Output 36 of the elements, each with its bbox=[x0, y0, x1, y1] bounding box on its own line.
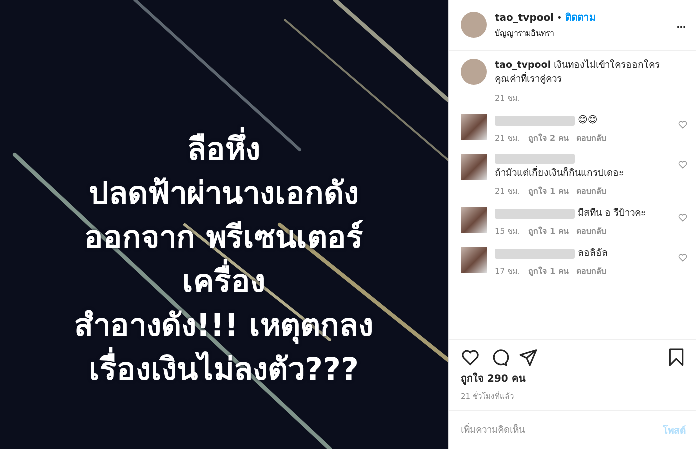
post-image-text: ปลดฟ้าผ่านางเอกดัง bbox=[89, 174, 359, 214]
comment-likes[interactable]: ถูกใจ 2 คน bbox=[528, 132, 568, 145]
comment-time: 21 ชม. bbox=[495, 186, 520, 198]
comment-text: 😊😊 bbox=[578, 114, 598, 127]
comment-time: 21 ชม. bbox=[495, 93, 520, 105]
follow-link[interactable]: ติดตาม bbox=[565, 10, 596, 25]
comment-time: 17 ชม. bbox=[495, 266, 520, 278]
pixelated-avatar bbox=[461, 247, 487, 273]
like-count[interactable]: ถูกใจ 290 คน bbox=[449, 371, 696, 386]
separator: • bbox=[557, 14, 562, 24]
pixelated-avatar bbox=[461, 207, 487, 233]
comment-time: 15 ชม. bbox=[495, 226, 520, 238]
comment-text: ลอลิอัล bbox=[578, 247, 608, 260]
more-button[interactable]: ... bbox=[676, 19, 686, 31]
share-icon[interactable] bbox=[519, 348, 538, 367]
pixelated-avatar bbox=[461, 154, 487, 180]
comment-time: 21 ชม. bbox=[495, 133, 520, 145]
reply-link[interactable]: ตอบกลับ bbox=[576, 265, 606, 278]
comment-likes[interactable]: ถูกใจ 1 คน bbox=[528, 225, 568, 238]
pixelated-avatar bbox=[461, 114, 487, 140]
post-image-text: ลือหึ่ง bbox=[188, 128, 260, 172]
reply-link[interactable]: ตอบกลับ bbox=[576, 132, 606, 145]
comment-likes[interactable]: ถูกใจ 1 คน bbox=[528, 185, 568, 198]
post-image-text: เรื่องเงินไม่ลงตัว??? bbox=[89, 348, 359, 392]
comment-likes[interactable]: ถูกใจ 1 คน bbox=[528, 265, 568, 278]
caption-text: tao_tvpool เงินทองไม่เข้าใครออกใคร คุณค่าที่เราคู่ควร bbox=[495, 59, 662, 87]
heart-icon[interactable] bbox=[461, 348, 480, 367]
reply-link[interactable]: ตอบกลับ bbox=[576, 225, 606, 238]
avatar[interactable] bbox=[461, 12, 487, 38]
location-link[interactable]: บัญญารามอินทรา bbox=[495, 27, 669, 40]
username[interactable]: tao_tvpool bbox=[495, 13, 554, 24]
bookmark-icon[interactable] bbox=[667, 348, 686, 367]
comment-text: ถ้ามัวแต่เกี่ยงเงินก็กินแกรปเดอะ bbox=[495, 167, 624, 180]
avatar[interactable] bbox=[461, 59, 487, 85]
reply-link[interactable]: ตอบกลับ bbox=[576, 185, 606, 198]
comment-text: มีสทีน อ รีป้าวคะ bbox=[578, 207, 646, 220]
